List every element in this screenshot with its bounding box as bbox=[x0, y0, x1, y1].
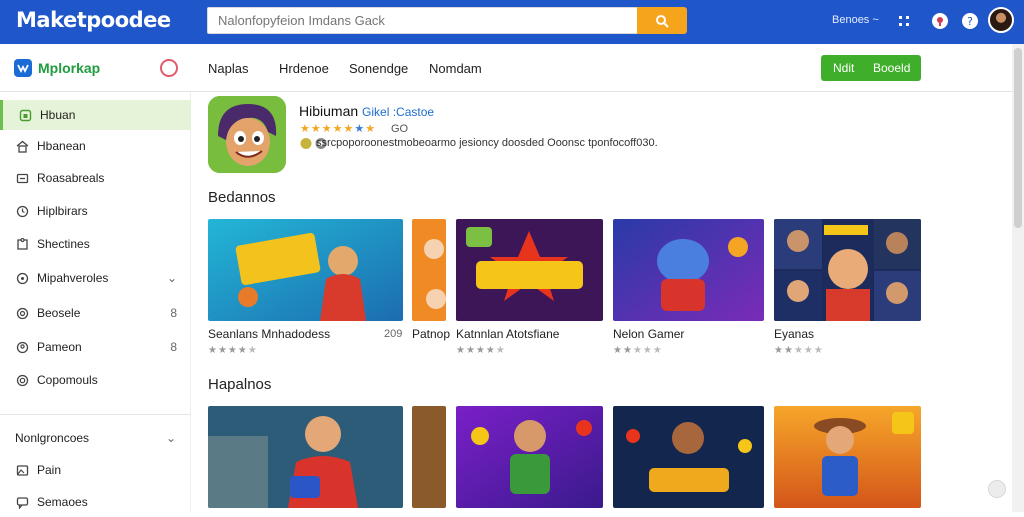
sidebar-item-label: Pain bbox=[37, 463, 62, 477]
sidebar-item-label: Hiplbirars bbox=[37, 204, 88, 218]
top-bar: Maketpoodee Benoes ~ ? bbox=[0, 0, 1024, 44]
search-icon bbox=[656, 14, 669, 28]
store-name[interactable]: Mplorkap bbox=[38, 60, 100, 76]
sidebar-item-label: Shectines bbox=[37, 237, 90, 251]
section-title: Bedannos bbox=[208, 189, 276, 206]
chevron-down-icon[interactable]: ⌄ bbox=[166, 431, 176, 445]
sidebar-item-6[interactable]: Beosele 8 bbox=[0, 298, 191, 328]
game-card-rating: ★★★★★ bbox=[208, 345, 258, 356]
sidebar-item-label: Copomouls bbox=[37, 373, 98, 387]
game-card-rating: ★★★★★ bbox=[613, 345, 663, 356]
tab-nomdam[interactable]: Nomdam bbox=[429, 61, 482, 76]
sidebar-item-3[interactable]: Hiplbirars bbox=[0, 196, 191, 226]
game-card-rating: ★★★★★ bbox=[774, 345, 824, 356]
game-card-image[interactable] bbox=[774, 219, 921, 321]
target-icon bbox=[14, 305, 30, 321]
game-card-title[interactable]: Nelon Gamer bbox=[613, 327, 684, 341]
game-card-title[interactable]: Patnop bbox=[412, 327, 450, 341]
user-avatar[interactable] bbox=[988, 7, 1014, 33]
record-icon[interactable] bbox=[160, 59, 178, 77]
brand-logo[interactable]: Maketpoodee bbox=[16, 8, 171, 32]
tab-naplas[interactable]: Naplas bbox=[208, 61, 248, 76]
page-scrollbar[interactable] bbox=[1012, 44, 1024, 512]
sidebar-item-count: 8 bbox=[170, 306, 177, 320]
users-icon bbox=[14, 270, 30, 286]
featured-rating-stars: ★★★★★★★ bbox=[300, 123, 377, 135]
coupon-icon bbox=[14, 372, 30, 388]
featured-description: ssrcpoporoonestmobeoarmo jesioncy doosde… bbox=[316, 137, 658, 149]
game-card-title[interactable]: Eyanas bbox=[774, 327, 814, 341]
house-icon bbox=[14, 138, 30, 154]
sidebar-item-7[interactable]: Pameon 8 bbox=[0, 332, 191, 362]
search-input[interactable] bbox=[208, 8, 638, 33]
game-card-image[interactable] bbox=[613, 406, 764, 508]
featured-app-name: Hibiuman bbox=[299, 103, 359, 119]
game-card-image[interactable] bbox=[208, 219, 403, 321]
action-button-right-label: Booeld bbox=[873, 61, 911, 75]
sidebar-item-8[interactable]: Copomouls bbox=[0, 365, 191, 395]
action-button[interactable]: Ndit Booeld bbox=[821, 55, 921, 81]
grid-icon[interactable] bbox=[894, 11, 914, 31]
search-box[interactable] bbox=[207, 7, 639, 34]
game-card-rating: ★★★★★ bbox=[456, 345, 506, 356]
sidebar-bottom-item-1[interactable]: Semaoes bbox=[0, 487, 191, 517]
chevron-down-icon: ⌄ bbox=[166, 271, 177, 285]
secondary-nav: Mplorkap Naplas Hrdenoe Sonendge Nomdam … bbox=[0, 44, 1012, 92]
sidebar-item-label: Pameon bbox=[37, 340, 82, 354]
sidebar-section-label[interactable]: Nonlgroncoes bbox=[15, 431, 89, 445]
account-menu-link[interactable]: Benoes ~ bbox=[832, 14, 879, 26]
sidebar: Hbuan Hbanean Roasabreals Hiplbirars She… bbox=[0, 92, 191, 512]
game-card-image[interactable] bbox=[412, 219, 446, 321]
tab-hrdenoe[interactable]: Hrdenoe bbox=[279, 61, 329, 76]
sidebar-item-label: Hbanean bbox=[37, 139, 86, 153]
scroll-to-top-button[interactable] bbox=[988, 480, 1006, 498]
store-icon bbox=[14, 170, 30, 186]
featured-rating-text: GO bbox=[391, 123, 409, 135]
featured-app-title[interactable]: Hibiuman Gikel :Castoe bbox=[299, 103, 434, 119]
game-card-title[interactable]: Seanlans Mnhadodess bbox=[208, 327, 330, 341]
section-title: Hapalnos bbox=[208, 376, 272, 393]
sidebar-item-5[interactable]: Mipahveroles ⌄ bbox=[0, 263, 191, 293]
game-card-image[interactable] bbox=[456, 219, 603, 321]
game-card-extra: 209 bbox=[384, 328, 403, 340]
home-icon bbox=[17, 107, 33, 123]
sidebar-item-2[interactable]: Roasabreals bbox=[0, 163, 191, 193]
game-card-image[interactable] bbox=[613, 219, 764, 321]
sidebar-bottom-item-0[interactable]: Pain bbox=[0, 455, 191, 485]
sidebar-item-label: Beosele bbox=[37, 306, 81, 320]
sidebar-divider bbox=[0, 414, 191, 415]
clock-icon bbox=[14, 203, 30, 219]
image-icon bbox=[14, 462, 30, 478]
scrollbar-thumb[interactable] bbox=[1014, 48, 1022, 228]
sidebar-item-1[interactable]: Hbanean bbox=[0, 131, 191, 161]
puzzle-icon bbox=[14, 236, 30, 252]
sidebar-item-label: Semaoes bbox=[37, 495, 88, 509]
tab-sonendge[interactable]: Sonendge bbox=[349, 61, 408, 76]
pin-icon bbox=[14, 339, 30, 355]
store-logo-icon[interactable] bbox=[14, 59, 32, 77]
sidebar-item-label: Mipahveroles bbox=[37, 271, 109, 285]
sidebar-item-count: 8 bbox=[170, 340, 177, 354]
svg-text:?: ? bbox=[967, 15, 973, 28]
sidebar-item-label: Roasabreals bbox=[37, 171, 105, 185]
help-icon[interactable]: ? bbox=[960, 11, 980, 31]
sidebar-item-0[interactable]: Hbuan bbox=[0, 100, 191, 130]
sidebar-item-4[interactable]: Shectines bbox=[0, 229, 191, 259]
game-card-image[interactable] bbox=[456, 406, 603, 508]
featured-app-icon[interactable] bbox=[208, 96, 286, 173]
action-button-left-label: Ndit bbox=[833, 61, 855, 75]
chat-icon bbox=[14, 494, 30, 510]
sidebar-item-label: Hbuan bbox=[40, 108, 76, 122]
game-card-image[interactable] bbox=[208, 406, 403, 508]
game-card-image[interactable] bbox=[774, 406, 921, 508]
notification-icon[interactable] bbox=[930, 11, 950, 31]
featured-app-tag: Gikel :Castoe bbox=[362, 105, 435, 119]
search-button[interactable] bbox=[637, 7, 687, 34]
game-card-image[interactable] bbox=[412, 406, 446, 508]
game-card-title[interactable]: Katnnlan Atotsfiane bbox=[456, 327, 559, 341]
